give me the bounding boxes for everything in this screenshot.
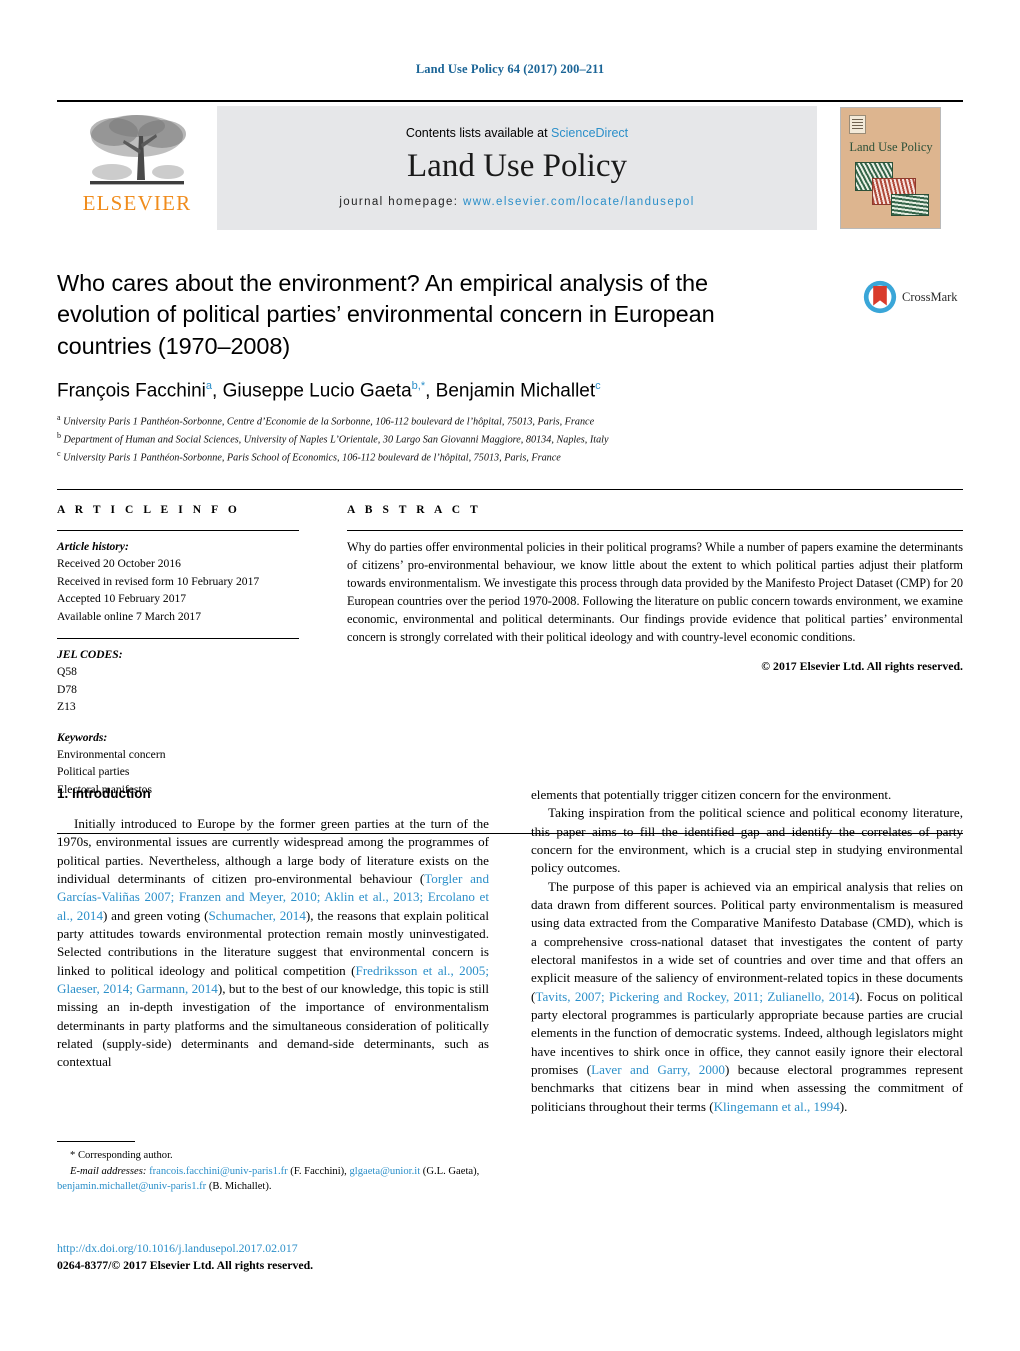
abstract-divider (347, 530, 963, 531)
elsevier-logo: ELSEVIER (57, 106, 217, 230)
citation-link[interactable]: Tavits, 2007; Pickering and Rockey, 2011… (535, 989, 855, 1004)
article-body: 1. Introduction Initially introduced to … (57, 786, 963, 1116)
body-column-left: 1. Introduction Initially introduced to … (57, 786, 489, 1116)
email-link[interactable]: francois.facchini@univ-paris1.fr (149, 1166, 288, 1177)
abstract-copyright: © 2017 Elsevier Ltd. All rights reserved… (761, 659, 963, 674)
page-title: Who cares about the environment? An empi… (57, 270, 715, 359)
email-link[interactable]: benjamin.michallet@univ-paris1.fr (57, 1181, 206, 1192)
journal-homepage-line: journal homepage: www.elsevier.com/locat… (339, 196, 694, 208)
crossmark-icon (863, 280, 897, 314)
affiliation: a University Paris 1 Panthéon-Sorbonne, … (57, 413, 595, 428)
homepage-prefix: journal homepage: (339, 195, 463, 208)
email-link[interactable]: glgaeta@unior.it (349, 1166, 420, 1177)
history-item: Available online 7 March 2017 (57, 609, 202, 623)
article-header: CrossMark Who cares about the environmen… (57, 268, 963, 467)
abstract-text: Why do parties offer environmental polic… (347, 540, 963, 645)
body-paragraph: elements that potentially trigger citize… (531, 787, 892, 802)
abstract-heading: A B S T R A C T (347, 504, 482, 516)
masthead-center: Contents lists available at ScienceDirec… (217, 106, 817, 230)
crossmark-label: CrossMark (902, 289, 958, 304)
doi-link[interactable]: http://dx.doi.org/10.1016/j.landusepol.2… (57, 1240, 489, 1257)
history-item: Received in revised form 10 February 201… (57, 574, 260, 588)
citation-link[interactable]: Schumacher, 2014 (208, 908, 305, 923)
abstract-column: A B S T R A C T Why do parties offer env… (325, 504, 963, 811)
email-addresses-note: E-mail addresses: francois.facchini@univ… (57, 1165, 480, 1193)
history-item: Received 20 October 2016 (57, 557, 181, 571)
author-list: François Facchinia, Giuseppe Lucio Gaeta… (57, 379, 601, 402)
elsevier-wordmark: ELSEVIER (82, 191, 192, 215)
keywords-label: Keywords: (57, 730, 108, 744)
body-paragraph: The purpose of this paper is achieved vi… (531, 878, 963, 1114)
history-item: Accepted 10 February 2017 (57, 592, 187, 606)
cover-journal-title: Land Use Policy (849, 140, 933, 154)
homepage-url-link[interactable]: www.elsevier.com/locate/landusepol (463, 196, 695, 208)
cover-elsevier-mark-icon (848, 115, 866, 134)
contents-prefix: Contents lists available at (405, 126, 552, 141)
affiliation: c University Paris 1 Panthéon-Sorbonne, … (57, 449, 561, 464)
jel-code: Q58 (57, 665, 77, 679)
citation-link[interactable]: Fredriksson et al., 2005; Glaeser, 2014;… (57, 963, 489, 996)
journal-cover-image: Land Use Policy (839, 107, 941, 229)
doi-block: http://dx.doi.org/10.1016/j.landusepol.2… (57, 1240, 489, 1274)
jel-codes-group: JEL CODES: Q58 D78 Z13 (57, 646, 299, 716)
left-column-paragraphs: Initially introduced to Europe by the fo… (57, 815, 489, 1072)
body-paragraph: Initially introduced to Europe by the fo… (57, 816, 489, 1070)
citation-link[interactable]: Klingemann et al., 1994 (714, 1099, 840, 1114)
running-head: Land Use Policy 64 (2017) 200–211 (415, 62, 605, 76)
keyword: Environmental concern (57, 747, 166, 761)
article-history-group: Article history: Received 20 October 201… (57, 538, 299, 625)
right-column-paragraphs: elements that potentially trigger citize… (531, 786, 963, 1116)
info-divider-mid (57, 637, 299, 639)
citation-link[interactable]: Laver and Garry, 2000 (591, 1062, 725, 1077)
article-info-column: A R T I C L E I N F O Article history: R… (57, 504, 325, 811)
elsevier-tree-icon (90, 115, 186, 185)
body-paragraph: Taking inspiration from the political sc… (531, 805, 963, 876)
keyword: Political parties (57, 765, 130, 779)
article-info-abstract-panel: A R T I C L E I N F O Article history: R… (57, 489, 963, 835)
journal-article-page: Land Use Policy 64 (2017) 200–211 ELSEVI… (0, 0, 1020, 1351)
issn-copyright-line: 0264-8377/© 2017 Elsevier Ltd. All right… (57, 1258, 314, 1273)
footnote-divider (57, 1141, 135, 1142)
journal-title: Land Use Policy (407, 148, 627, 185)
email-addresses-label: E-mail addresses: (70, 1165, 150, 1177)
affiliation-list: a University Paris 1 Panthéon-Sorbonne, … (57, 412, 887, 467)
affiliation-marker: b (57, 431, 61, 441)
cover-photo-tile-3 (890, 194, 929, 216)
section-heading-introduction: 1. Introduction (57, 786, 151, 801)
crossmark-badge[interactable]: CrossMark (863, 280, 963, 314)
affiliation-marker: c (57, 449, 61, 459)
corresponding-author-note: * Corresponding author. (70, 1150, 173, 1161)
footnote-block: * Corresponding author. E-mail addresses… (57, 1141, 489, 1195)
journal-cover-block: Land Use Policy (817, 106, 963, 230)
info-divider-top (57, 530, 299, 531)
affiliation: b Department of Human and Social Science… (57, 431, 609, 446)
jel-codes-label: JEL CODES: (57, 647, 123, 661)
journal-masthead: ELSEVIER Contents lists available at Sci… (57, 100, 963, 230)
body-column-right: elements that potentially trigger citize… (531, 786, 963, 1116)
affiliation-marker: a (57, 413, 61, 423)
contents-available-line: Contents lists available at ScienceDirec… (406, 126, 628, 140)
article-history-label: Article history: (57, 540, 129, 553)
sciencedirect-link[interactable]: ScienceDirect (551, 126, 628, 140)
article-info-heading: A R T I C L E I N F O (57, 504, 241, 516)
jel-code: Z13 (57, 700, 76, 714)
jel-code: D78 (57, 682, 77, 696)
